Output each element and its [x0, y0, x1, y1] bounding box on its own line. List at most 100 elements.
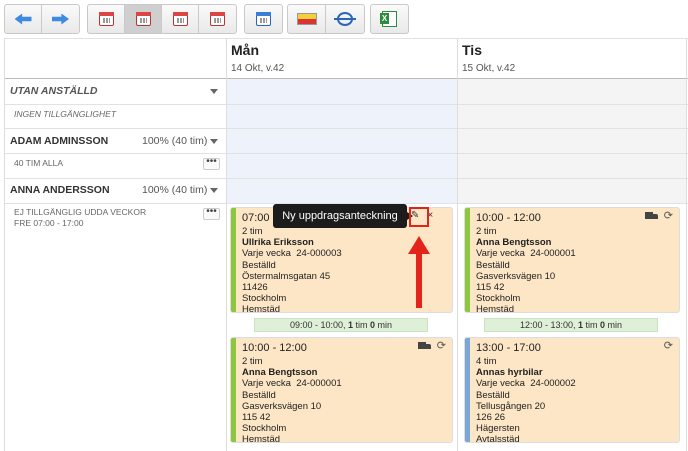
highlight-box — [409, 207, 429, 227]
day-name: Mån — [231, 42, 259, 58]
card-status: Beställd — [476, 259, 510, 271]
next-button[interactable] — [42, 5, 79, 33]
card-city: Stockholm — [242, 423, 287, 435]
today-button[interactable] — [245, 5, 282, 33]
card-duration: 2 tim — [476, 226, 497, 237]
card-color-bar — [231, 208, 236, 312]
divider — [4, 153, 688, 154]
card-number: 24-000003 — [296, 248, 342, 260]
card-service: Avtalsstäd — [476, 434, 520, 443]
divider — [226, 38, 227, 451]
card-service: Hemstäd — [242, 434, 281, 443]
booking-card[interactable]: ⟳ 10:00 - 12:00 2 tim Anna Bengtsson Var… — [464, 207, 680, 313]
chevron-down-icon[interactable] — [210, 139, 218, 144]
row-label-anna[interactable]: ANNA ANDERSSON — [10, 184, 110, 196]
divider — [4, 128, 688, 129]
divider — [457, 38, 458, 451]
gap-indicator: 12:00 - 13:00, 1 tim 0 min — [484, 318, 658, 332]
card-duration: 4 tim — [476, 356, 497, 367]
two-week-view-button[interactable] — [162, 5, 199, 33]
card-duration: 2 tim — [242, 356, 263, 367]
card-number: 24-000001 — [296, 378, 342, 390]
card-number: 24-000001 — [530, 248, 576, 260]
mon-column-bg — [226, 78, 457, 203]
excel-export-button[interactable] — [371, 5, 408, 33]
arrow-right-icon — [52, 14, 69, 25]
red-arrow-annotation — [408, 236, 430, 308]
calendar-2week-icon — [172, 12, 188, 26]
chevron-down-icon[interactable] — [210, 188, 218, 193]
card-customer: Ullrika Eriksson — [242, 237, 314, 249]
day-view-button[interactable] — [88, 5, 125, 33]
row-sub-unassigned: INGEN TILLGÄNGLIGHET — [14, 109, 117, 119]
day-date: 15 Okt, v.42 — [462, 63, 516, 74]
nav-group — [4, 4, 80, 34]
calendar-week-icon — [135, 12, 151, 26]
card-frequency: Varje vecka — [476, 248, 525, 260]
card-city: Stockholm — [476, 293, 521, 305]
compress-icon — [334, 12, 356, 26]
week-view-button[interactable] — [125, 5, 162, 33]
more-options-button[interactable]: ••• — [203, 207, 220, 220]
card-zip: 115 42 — [476, 282, 505, 294]
divider — [4, 104, 688, 105]
more-options-button[interactable]: ••• — [203, 157, 220, 170]
chevron-down-icon[interactable] — [210, 89, 218, 94]
today-group — [244, 4, 283, 34]
calendar-blue-icon — [256, 12, 271, 26]
card-customer: Anna Bengtsson — [242, 367, 318, 379]
booking-card[interactable]: ⟳ 10:00 - 12:00 2 tim Anna Bengtsson Var… — [230, 337, 453, 443]
row-sub-anna-2: FRE 07:00 - 17:00 — [14, 218, 84, 228]
export-group — [370, 4, 409, 34]
day-name: Tis — [462, 42, 482, 58]
divider — [4, 178, 688, 179]
card-frequency: Varje vecka — [242, 378, 291, 390]
tools-group — [287, 4, 365, 34]
card-time: 13:00 - 17:00 — [476, 342, 541, 354]
truck-icon — [417, 342, 431, 351]
divider — [686, 38, 687, 451]
row-sub-adam: 40 TIM ALLA — [14, 158, 63, 168]
card-customer: Annas hyrbilar — [476, 367, 543, 379]
day-header-mon[interactable]: Mån 14 Okt, v.42 — [231, 42, 284, 74]
card-color-bar — [465, 208, 470, 312]
card-street: Gasverksvägen 10 — [242, 400, 322, 412]
card-frequency: Varje vecka — [476, 378, 525, 390]
row-label-unassigned[interactable]: UTAN ANSTÄLLD — [10, 85, 98, 97]
tue-column-bg — [458, 78, 686, 203]
card-city: Hägersten — [476, 423, 520, 435]
divider — [4, 38, 688, 39]
row-sub-anna-1: EJ TILLGÄNGLIG UDDA VECKOR — [14, 207, 147, 217]
sync-icon: ⟳ — [436, 340, 446, 352]
previous-button[interactable] — [5, 5, 42, 33]
row-capacity-adam: 100% (40 tim) — [142, 135, 208, 147]
card-status: Beställd — [242, 389, 276, 401]
highlight-button[interactable] — [288, 5, 326, 33]
arrow-left-icon — [14, 13, 32, 25]
booking-card[interactable]: ⟳ 13:00 - 17:00 4 tim Annas hyrbilar Var… — [464, 337, 680, 443]
card-street: Tellusgången 20 — [476, 400, 546, 412]
row-label-adam[interactable]: ADAM ADMINSSON — [10, 135, 108, 147]
view-group — [87, 4, 237, 34]
row-capacity-anna: 100% (40 tim) — [142, 184, 208, 196]
card-zip: 115 42 — [242, 412, 271, 424]
divider — [4, 38, 5, 451]
toolbar — [0, 0, 688, 38]
card-service: Hemstäd — [476, 304, 515, 313]
card-street: Gasverksvägen 10 — [476, 270, 556, 282]
day-date: 14 Okt, v.42 — [231, 63, 285, 74]
gap-indicator: 09:00 - 10:00, 1 tim 0 min — [254, 318, 428, 332]
card-color-bar — [465, 338, 470, 442]
card-frequency: Varje vecka — [242, 248, 291, 260]
yellow-bar-icon — [296, 13, 317, 25]
excel-icon — [380, 11, 397, 27]
truck-icon — [644, 212, 658, 221]
card-number: 24-000002 — [530, 378, 576, 390]
sync-icon: ⟳ — [663, 210, 673, 222]
month-view-button[interactable] — [199, 5, 236, 33]
compress-button[interactable] — [326, 5, 364, 33]
card-zip: 126 26 — [476, 412, 506, 424]
calendar-day-icon — [98, 12, 114, 26]
day-header-tue[interactable]: Tis 15 Okt, v.42 — [462, 42, 515, 74]
calendar-month-icon — [210, 12, 225, 26]
